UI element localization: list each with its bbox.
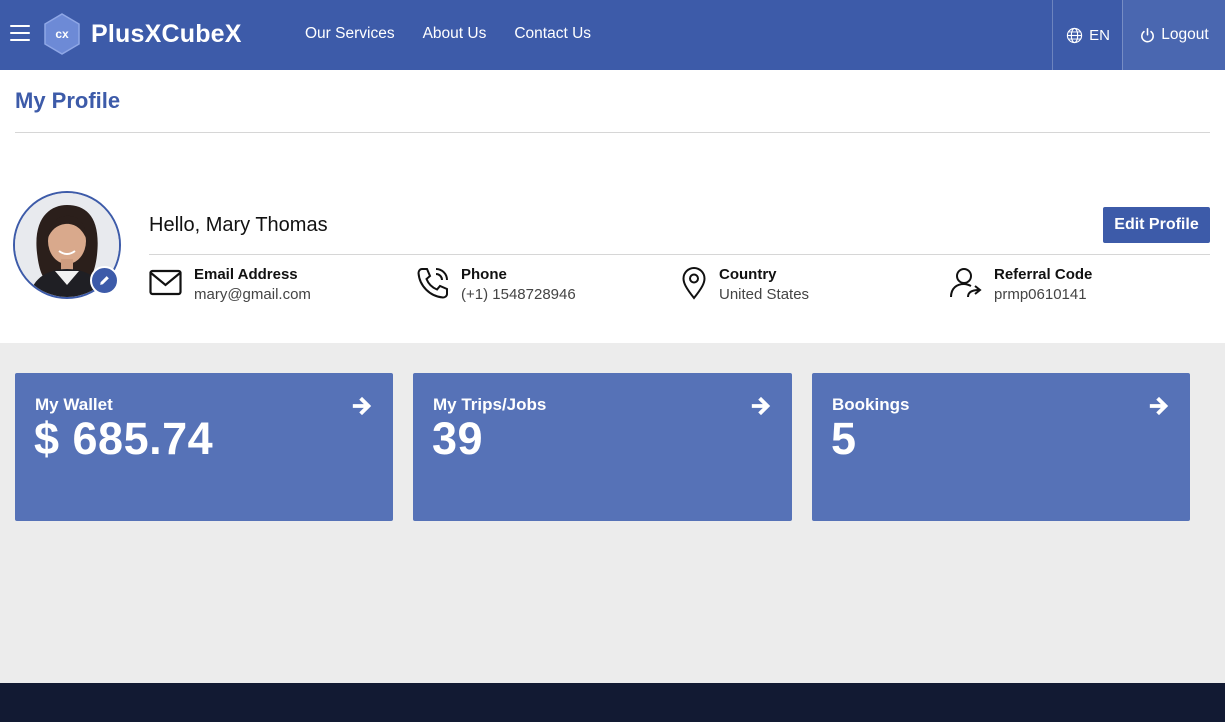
top-navigation-bar: cx PlusXCubeX Our Services About Us Cont… — [0, 0, 1225, 70]
logo-text: cx — [55, 27, 69, 41]
logout-button[interactable]: Logout — [1122, 0, 1225, 70]
logo-icon[interactable]: cx — [43, 13, 81, 55]
user-share-icon — [950, 268, 982, 298]
bookings-card[interactable]: Bookings 5 — [812, 373, 1190, 521]
footer — [0, 683, 1225, 722]
hamburger-menu-icon[interactable] — [10, 25, 30, 43]
wallet-card-value: $ 685.74 — [34, 413, 214, 464]
bookings-card-value: 5 — [831, 413, 857, 464]
power-icon — [1141, 27, 1155, 42]
pencil-icon — [100, 276, 109, 285]
title-divider — [15, 132, 1210, 133]
brand-name[interactable]: PlusXCubeX — [91, 20, 242, 49]
nav-about-us[interactable]: About Us — [423, 25, 487, 43]
nav-contact-us[interactable]: Contact Us — [514, 25, 591, 43]
email-value: mary@gmail.com — [194, 286, 311, 303]
country-label: Country — [719, 266, 777, 283]
language-selector[interactable]: EN — [1052, 0, 1123, 70]
phone-icon — [417, 268, 448, 299]
info-divider — [149, 254, 1210, 255]
globe-icon — [1066, 27, 1083, 43]
email-label: Email Address — [194, 266, 298, 283]
edit-profile-button[interactable]: Edit Profile — [1103, 207, 1210, 243]
nav-our-services[interactable]: Our Services — [305, 25, 395, 43]
trips-card-value: 39 — [432, 413, 484, 464]
arrow-right-icon[interactable] — [1148, 395, 1170, 417]
trips-jobs-card[interactable]: My Trips/Jobs 39 — [413, 373, 792, 521]
country-info: Country United States — [680, 266, 809, 306]
wallet-card-title: My Wallet — [35, 395, 113, 414]
phone-info: Phone (+1) 1548728946 — [416, 266, 576, 306]
referral-value: prmp0610141 — [994, 286, 1087, 303]
country-value: United States — [719, 286, 810, 303]
page-title: My Profile — [15, 88, 121, 113]
trips-card-title: My Trips/Jobs — [433, 395, 547, 414]
greeting-text: Hello, Mary Thomas — [149, 214, 328, 236]
logout-label: Logout — [1161, 26, 1209, 43]
referral-info: Referral Code prmp0610141 — [949, 266, 1092, 306]
profile-section: My Profile Hello, Mary Thomas Edit Profi… — [0, 70, 1225, 343]
language-label: EN — [1089, 26, 1110, 44]
avatar-edit-button[interactable] — [90, 266, 119, 295]
bookings-card-title: Bookings — [832, 395, 910, 414]
arrow-right-icon[interactable] — [750, 395, 772, 417]
email-info: Email Address mary@gmail.com — [149, 266, 311, 306]
phone-label: Phone — [461, 266, 507, 283]
envelope-icon — [149, 269, 182, 296]
phone-value: (+1) 1548728946 — [461, 286, 576, 303]
wallet-card[interactable]: My Wallet $ 685.74 — [15, 373, 393, 521]
arrow-right-icon[interactable] — [351, 395, 373, 417]
map-pin-icon — [682, 267, 706, 300]
main-nav: Our Services About Us Contact Us — [305, 25, 591, 43]
referral-label: Referral Code — [994, 266, 1093, 283]
